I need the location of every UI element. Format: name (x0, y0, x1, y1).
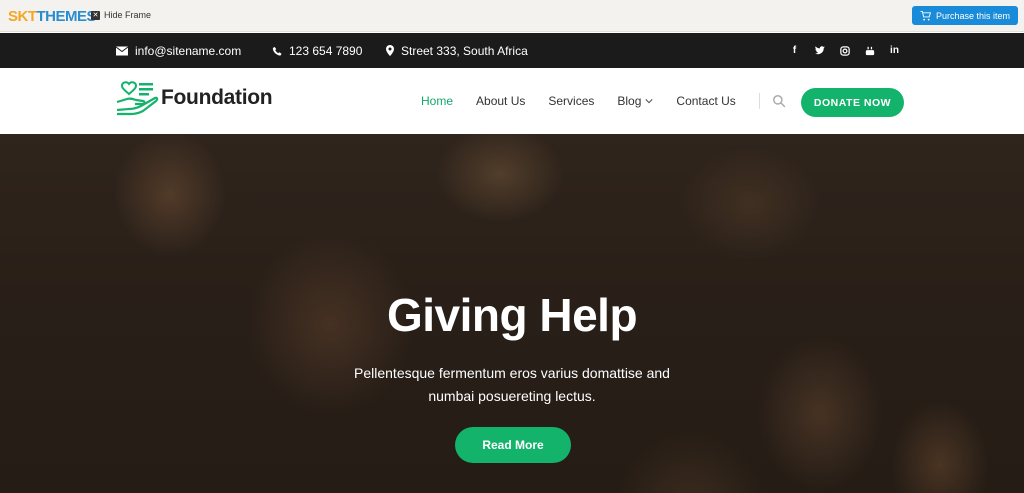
hide-frame-button[interactable]: ✕ Hide Frame (91, 10, 151, 20)
brand-name: Foundation (161, 86, 273, 109)
logo-text-themes: THEMES (36, 8, 97, 25)
contact-topbar: info@sitename.com 123 654 7890 Street 33… (0, 33, 1024, 68)
social-links: f in (789, 33, 900, 68)
purchase-button[interactable]: Purchase this item (911, 6, 1018, 25)
nav-item-contact-us[interactable]: Contact Us (676, 94, 735, 108)
chevron-down-icon (645, 99, 654, 104)
cart-icon (920, 10, 931, 21)
hero-subtitle-line-2: numbai posuereting lectus. (428, 388, 596, 404)
address-contact: Street 333, South Africa (386, 33, 528, 68)
hand-heart-icon (116, 81, 159, 116)
nav-label: About Us (476, 94, 526, 108)
nav-item-blog[interactable]: Blog (617, 94, 654, 108)
nav-label: Contact Us (676, 94, 736, 108)
site-logo[interactable]: Foundation (115, 80, 273, 116)
hero-content: Giving Help Pellentesque fermentum eros … (0, 134, 1024, 493)
hero-subtitle-line-1: Pellentesque fermentum eros varius domat… (354, 365, 670, 381)
youtube-icon[interactable] (864, 45, 875, 56)
nav-label: Home (421, 94, 454, 108)
address-text: Street 333, South Africa (401, 43, 528, 58)
hero-subtitle: Pellentesque fermentum eros varius domat… (0, 362, 1024, 408)
sktthemes-logo[interactable]: SKTTHEMES (8, 8, 97, 25)
donate-now-button[interactable]: DONATE NOW (801, 88, 904, 117)
purchase-label: Purchase this item (935, 10, 1010, 21)
search-icon (773, 95, 786, 108)
nav-item-services[interactable]: Services (548, 94, 594, 108)
phone-contact[interactable]: 123 654 7890 (272, 33, 362, 68)
site-header: Foundation Home About Us Services Blog C… (0, 68, 1024, 134)
email-text: info@sitename.com (135, 43, 242, 58)
close-icon: ✕ (91, 10, 100, 20)
nav-label: Services (548, 94, 595, 108)
main-nav: Home About Us Services Blog Contact Us (421, 68, 759, 134)
hide-frame-label: Hide Frame (104, 10, 152, 20)
search-button[interactable] (772, 94, 786, 113)
hero-banner: Giving Help Pellentesque fermentum eros … (0, 134, 1024, 493)
phone-icon (272, 46, 282, 56)
email-contact[interactable]: info@sitename.com (116, 33, 241, 68)
facebook-icon[interactable]: f (789, 45, 800, 56)
nav-item-about-us[interactable]: About Us (476, 94, 525, 108)
preview-frame-bar: SKTTHEMES ✕ Hide Frame Purchase this ite… (0, 0, 1024, 32)
nav-item-home[interactable]: Home (421, 94, 453, 108)
phone-text: 123 654 7890 (289, 43, 363, 58)
read-more-button[interactable]: Read More (455, 427, 571, 463)
hero-title: Giving Help (386, 289, 638, 341)
nav-divider (759, 93, 760, 109)
map-pin-icon (386, 45, 394, 56)
linkedin-icon[interactable]: in (889, 45, 900, 56)
logo-text-skt: SKT (8, 8, 37, 25)
envelope-icon (116, 46, 128, 55)
nav-label: Blog (617, 94, 642, 108)
instagram-icon[interactable] (839, 45, 850, 56)
twitter-icon[interactable] (814, 45, 825, 56)
